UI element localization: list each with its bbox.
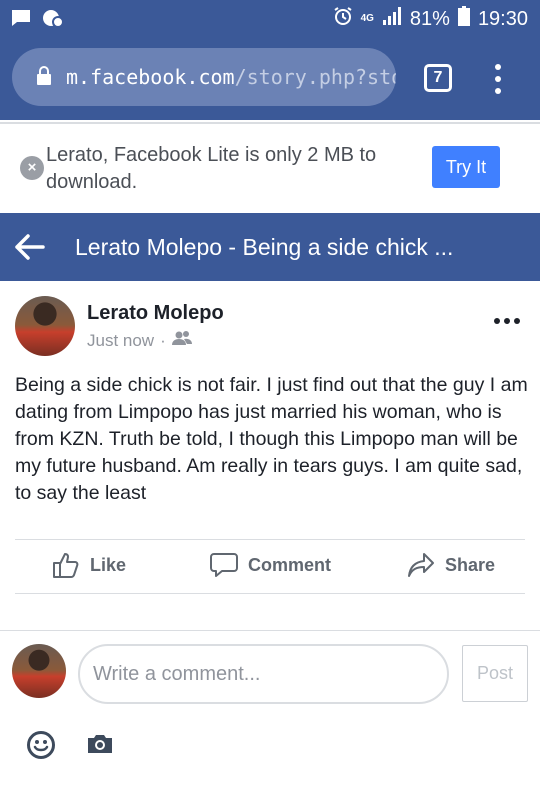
back-arrow-icon[interactable] [14,233,46,261]
composer-divider [0,630,540,631]
post-actions: Like Comment Share [0,540,540,592]
banner-message: Lerato, Facebook Lite is only 2 MB to do… [46,144,377,193]
post-comment-button[interactable]: Post [462,645,528,702]
comment-button[interactable]: Comment [210,552,331,578]
friends-icon [171,330,192,351]
message-notification-icon [10,8,32,33]
author-name[interactable]: Lerato Molepo [87,302,224,325]
like-button[interactable]: Like [52,552,126,578]
meta-separator: · [160,330,166,350]
battery-icon [457,6,470,32]
camera-icon[interactable] [86,733,114,760]
signal-icon [382,7,402,31]
comment-bubble-icon [210,552,238,578]
post-body: Being a side chick is not fair. I just f… [15,374,528,504]
like-label: Like [90,554,127,575]
browser-chrome: 4G 81% 19:30 m.facebook.com/story.php?st… [0,0,540,120]
status-bar: 4G 81% 19:30 [0,0,540,40]
url-path: /story.php?sto [234,65,396,89]
banner-close-icon[interactable]: × [20,156,44,180]
comment-label: Comment [248,554,332,575]
address-bar[interactable]: m.facebook.com/story.php?sto [12,48,396,106]
battery-percent: 81% [409,7,450,30]
network-type: 4G [360,13,374,24]
lock-icon [36,65,52,90]
author-avatar[interactable] [15,296,75,356]
clock: 19:30 [477,7,528,30]
share-button[interactable]: Share [407,552,495,578]
emoji-icon[interactable] [26,730,56,765]
tab-switcher-button[interactable]: 7 [424,64,452,92]
post-bottom-divider [15,593,525,594]
settings-notification-icon [42,8,64,33]
url-domain: m.facebook.com [66,65,235,89]
story-header: Lerato Molepo - Being a side chick ... [0,213,540,281]
comment-input[interactable] [78,644,449,704]
share-arrow-icon [407,552,435,578]
post-options-icon[interactable] [494,318,520,324]
page-title: Lerato Molepo - Being a side chick ... [75,234,454,260]
try-it-button[interactable]: Try It [432,146,500,188]
post-timestamp[interactable]: Just now [87,331,154,351]
viewer-avatar [12,644,66,698]
post-meta: Just now · [87,330,192,351]
share-label: Share [445,554,496,575]
thumbs-up-icon [52,552,80,578]
url-text: m.facebook.com/story.php?sto [66,65,396,89]
browser-menu-icon[interactable] [488,64,508,94]
alarm-icon [333,6,353,32]
